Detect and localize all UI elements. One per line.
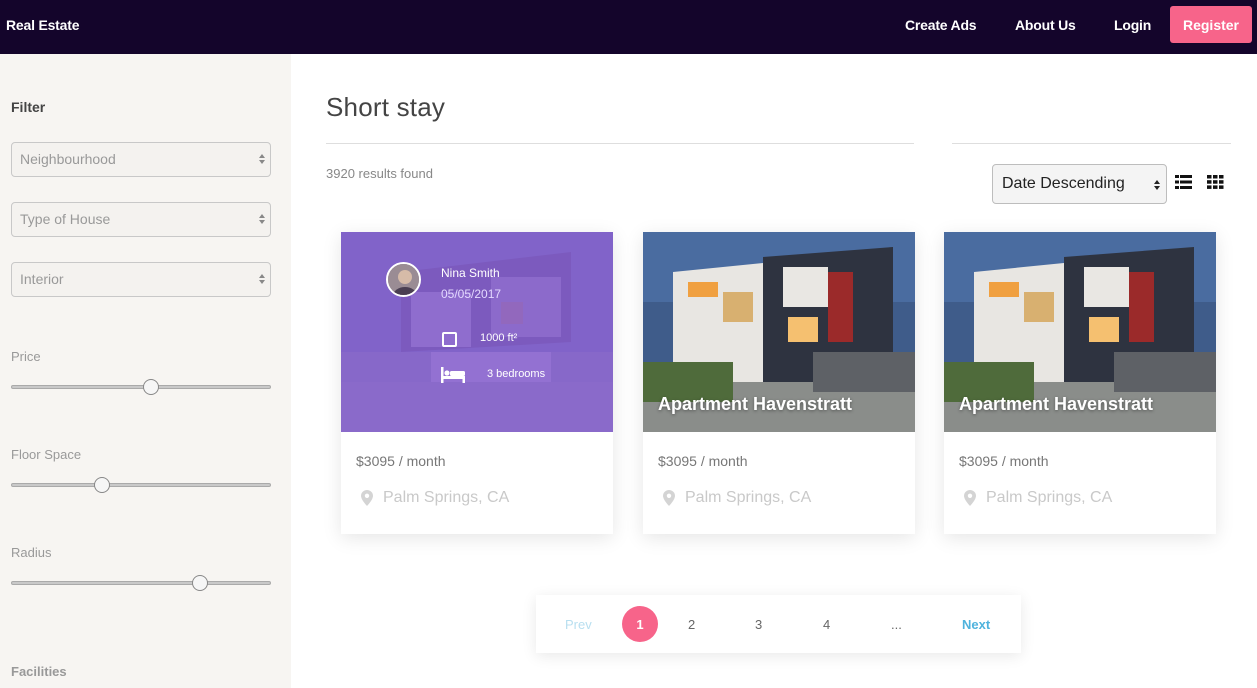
bed-icon — [441, 367, 465, 383]
divider — [326, 143, 914, 144]
floor-space-slider-label: Floor Space — [11, 447, 82, 462]
type-of-house-select[interactable]: Type of House — [11, 202, 271, 237]
price-slider-label: Price — [11, 349, 41, 364]
listing-title: Apartment Havenstratt — [658, 394, 853, 414]
floor-space-slider[interactable] — [11, 477, 271, 493]
pagination-page-3[interactable]: 3 — [755, 617, 762, 632]
listing-photo[interactable]: Nina Smith 05/05/2017 1000 ft² 3 bedroom… — [341, 232, 613, 432]
divider — [952, 143, 1231, 144]
radius-slider-label: Radius — [11, 545, 52, 560]
listing-card[interactable]: Nina Smith 05/05/2017 1000 ft² 3 bedroom… — [341, 232, 613, 534]
floor-space-slider-thumb[interactable] — [94, 477, 111, 493]
location-pin-icon — [663, 490, 675, 506]
pagination-page-4[interactable]: 4 — [823, 617, 830, 632]
pagination-prev[interactable]: Prev — [565, 617, 592, 632]
location-pin-icon — [964, 490, 976, 506]
interior-select[interactable]: Interior — [11, 262, 271, 297]
grid-view-icon[interactable] — [1207, 175, 1224, 189]
brand-logo[interactable]: Real Estate — [6, 17, 79, 33]
listing-bedrooms: 3 bedrooms — [487, 368, 546, 380]
type-of-house-select-value: Type of House — [20, 211, 111, 227]
listing-location-text: Palm Springs, CA — [383, 489, 510, 506]
neighbourhood-select-value: Neighbourhood — [20, 151, 116, 167]
radius-slider[interactable] — [11, 575, 271, 591]
listing-area: 1000 ft² — [480, 332, 518, 344]
filter-sidebar: Filter Neighbourhood Type of House Inter… — [0, 54, 291, 688]
neighbourhood-select[interactable]: Neighbourhood — [11, 142, 271, 177]
list-view-icon[interactable] — [1175, 175, 1192, 189]
select-arrows-icon — [259, 272, 265, 286]
nav-login[interactable]: Login — [1114, 17, 1151, 33]
nav-create-ads[interactable]: Create Ads — [905, 17, 977, 33]
results-count: 3920 results found — [326, 166, 433, 181]
listing-price: $3095 / month — [356, 453, 446, 469]
interior-select-value: Interior — [20, 271, 64, 287]
price-slider-thumb[interactable] — [143, 379, 160, 395]
register-button[interactable]: Register — [1170, 6, 1252, 43]
select-arrows-icon — [1154, 178, 1160, 192]
pagination: Prev 1 2 3 4 ... Next — [536, 595, 1021, 653]
facilities-heading: Facilities — [11, 664, 67, 679]
listing-date: 05/05/2017 — [441, 287, 502, 301]
location-pin-icon — [361, 490, 373, 506]
listing-price: $3095 / month — [959, 453, 1049, 469]
listing-card[interactable]: Apartment Havenstratt $3095 / month Palm… — [944, 232, 1216, 534]
pagination-next[interactable]: Next — [962, 617, 990, 632]
listing-photo[interactable]: Apartment Havenstratt — [643, 232, 915, 432]
top-nav-bar: Real Estate Create Ads About Us Login Re… — [0, 0, 1257, 54]
listing-price: $3095 / month — [658, 453, 748, 469]
nav-about-us[interactable]: About Us — [1015, 17, 1076, 33]
filter-title: Filter — [11, 99, 46, 115]
listing-location-text: Palm Springs, CA — [685, 489, 812, 506]
price-slider[interactable] — [11, 379, 271, 395]
agent-avatar — [386, 262, 421, 297]
listing-card[interactable]: Apartment Havenstratt $3095 / month Palm… — [643, 232, 915, 534]
card-hover-overlay: Nina Smith 05/05/2017 1000 ft² 3 bedroom… — [341, 232, 613, 432]
area-icon — [442, 332, 457, 347]
sort-select[interactable]: Date Descending — [992, 164, 1167, 204]
agent-name: Nina Smith — [441, 266, 500, 280]
pagination-ellipsis: ... — [891, 617, 902, 632]
select-arrows-icon — [259, 212, 265, 226]
page-title: Short stay — [326, 92, 446, 122]
pagination-page-2[interactable]: 2 — [688, 617, 695, 632]
sort-select-value: Date Descending — [1002, 175, 1125, 192]
listing-title: Apartment Havenstratt — [959, 394, 1154, 414]
radius-slider-thumb[interactable] — [192, 575, 209, 591]
select-arrows-icon — [259, 152, 265, 166]
listing-location-text: Palm Springs, CA — [986, 489, 1113, 506]
pagination-page-1[interactable]: 1 — [622, 606, 658, 642]
avatar-icon — [388, 264, 419, 295]
listing-photo[interactable]: Apartment Havenstratt — [944, 232, 1216, 432]
